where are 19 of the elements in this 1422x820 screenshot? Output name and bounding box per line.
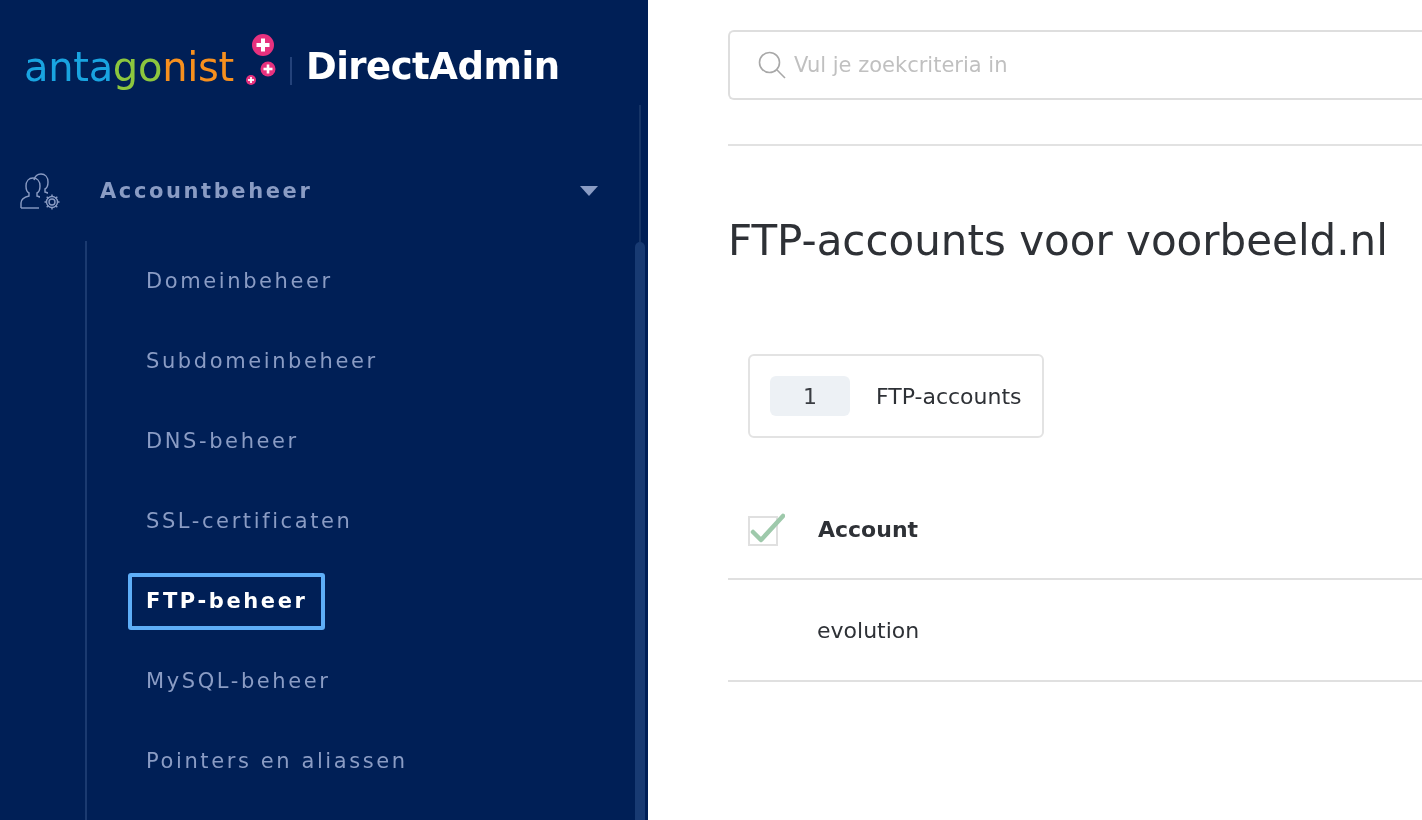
search-field[interactable]: Vul je zoekcriteria in xyxy=(728,30,1422,100)
nav-group-header[interactable]: Accountbeheer xyxy=(0,165,634,217)
nav-item[interactable]: DNS-beheer xyxy=(128,412,317,470)
nav-item[interactable]: SSL-certificaten xyxy=(128,492,371,550)
summary-label: FTP-accounts xyxy=(876,383,1022,409)
nav-item[interactable]: Pointers en aliassen xyxy=(128,732,426,790)
page-title: FTP-accounts voor voorbeeld.nl xyxy=(728,216,1389,266)
nav-item[interactable]: MySQL-beheer xyxy=(128,652,349,710)
count-badge: 1 xyxy=(770,376,850,416)
column-header[interactable]: Account xyxy=(818,516,919,542)
nav-item[interactable]: Subdomeinbeheer xyxy=(128,332,396,390)
search-icon xyxy=(758,51,786,79)
table-cell: evolution xyxy=(817,617,920,643)
nav-item[interactable]: Domeinbeheer xyxy=(128,252,351,310)
select-all-checkbox[interactable] xyxy=(748,512,785,546)
product-logo-text: DirectAdmin xyxy=(305,48,560,85)
scrollbar-thumb[interactable] xyxy=(635,242,645,820)
users-gear-icon xyxy=(20,172,61,210)
nav-item[interactable]: FTP-beheer xyxy=(128,572,326,630)
